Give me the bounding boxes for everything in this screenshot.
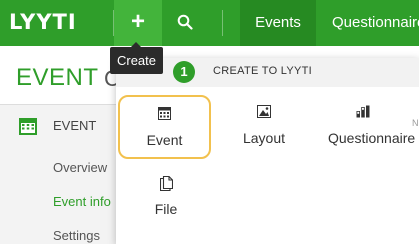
clipped-text: N <box>412 118 419 128</box>
image-icon <box>257 105 271 118</box>
option-label: Layout <box>242 130 286 146</box>
lyyti-logo[interactable]: LYYTI <box>9 10 77 34</box>
sidebar-item-overview[interactable]: Overview <box>53 160 107 175</box>
sidebar-item-event-info[interactable]: Event info <box>53 194 111 209</box>
sidebar-heading: EVENT <box>53 118 97 133</box>
calendar-icon <box>158 107 171 120</box>
plus-icon: + <box>130 8 145 35</box>
option-label: File <box>154 201 178 217</box>
option-label: Event <box>146 132 183 148</box>
divider <box>222 10 223 36</box>
calendar-icon <box>19 118 37 135</box>
create-questionnaire-option[interactable]: Questionnaire <box>316 95 419 157</box>
step-badge: 1 <box>173 61 195 83</box>
nav-tab-questionnaires[interactable]: Questionnaires <box>332 0 419 46</box>
page-title: EVENT <box>16 64 99 91</box>
create-event-option[interactable]: Event <box>118 95 211 159</box>
create-button[interactable]: + <box>114 0 162 46</box>
top-navigation-bar: LYYTI + Events Questionnaires <box>0 0 419 46</box>
sidebar-item-settings[interactable]: Settings <box>53 228 100 243</box>
create-layout-option[interactable]: Layout <box>216 95 312 157</box>
search-icon <box>177 14 193 30</box>
document-icon <box>159 176 173 191</box>
create-file-option[interactable]: File <box>118 166 214 228</box>
nav-tab-events[interactable]: Events <box>240 0 316 46</box>
create-dropdown-menu: 1 CREATE TO LYYTI Event Layout Questionn… <box>116 58 419 244</box>
search-button[interactable] <box>165 0 205 46</box>
option-label: Questionnaire <box>328 130 416 146</box>
create-tooltip: Create <box>110 42 163 74</box>
bar-chart-icon <box>356 105 370 118</box>
dropdown-title: CREATE TO LYYTI <box>213 65 313 77</box>
